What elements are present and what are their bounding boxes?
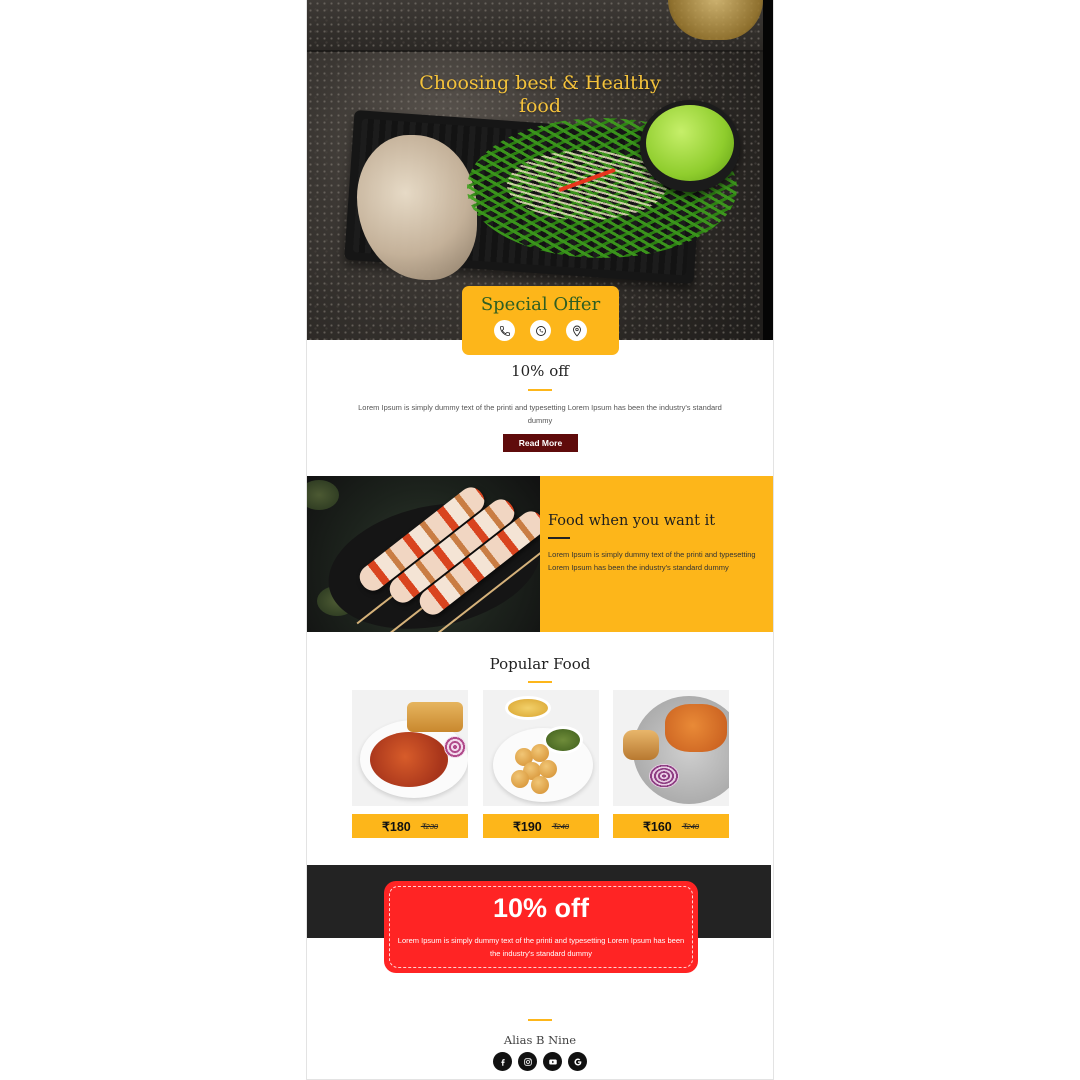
facebook-icon[interactable] bbox=[493, 1052, 512, 1071]
price-bar: ₹180 ₹230 bbox=[352, 814, 468, 838]
feature-section: Food when you want it Lorem Ipsum is sim… bbox=[307, 476, 773, 632]
hero-title: Choosing best & Healthy food bbox=[419, 72, 661, 117]
price-current: ₹180 bbox=[381, 819, 411, 834]
dish-onion bbox=[649, 764, 679, 788]
price-current: ₹190 bbox=[512, 819, 542, 834]
food-card[interactable]: ₹190 ₹240 bbox=[483, 690, 599, 838]
dish-puri bbox=[531, 776, 549, 794]
popular-title-underline bbox=[528, 681, 552, 683]
dish-bhaji bbox=[370, 732, 448, 787]
dish-misal bbox=[665, 704, 727, 752]
special-offer-badge: Special Offer bbox=[462, 286, 619, 355]
phone-icon[interactable] bbox=[494, 320, 515, 341]
email-page: Choosing best & Healthy food Special Off… bbox=[306, 0, 774, 1080]
location-pin-icon[interactable] bbox=[566, 320, 587, 341]
dish-pav bbox=[407, 702, 463, 732]
price-bar: ₹190 ₹240 bbox=[483, 814, 599, 838]
dish-bowl bbox=[543, 726, 583, 754]
dish-puri bbox=[511, 770, 529, 788]
social-links bbox=[307, 1052, 773, 1071]
footer-brand: Alias B Nine bbox=[503, 1033, 577, 1047]
price-bar: ₹160 ₹240 bbox=[613, 814, 729, 838]
feature-title: Food when you want it bbox=[548, 513, 716, 529]
google-icon[interactable] bbox=[568, 1052, 587, 1071]
feature-description: Lorem Ipsum is simply dummy text of the … bbox=[548, 550, 756, 572]
feature-image-skewers bbox=[307, 476, 540, 632]
offer-title-underline bbox=[528, 389, 552, 391]
instagram-icon[interactable] bbox=[518, 1052, 537, 1071]
youtube-icon[interactable] bbox=[543, 1052, 562, 1071]
food-image-misal-pav bbox=[613, 690, 729, 806]
dish-bowl bbox=[505, 696, 551, 720]
price-original: ₹240 bbox=[551, 821, 570, 831]
feature-title-underline bbox=[548, 537, 570, 539]
food-card[interactable]: ₹180 ₹230 bbox=[352, 690, 468, 838]
price-original: ₹230 bbox=[420, 821, 439, 831]
read-more-button[interactable]: Read More bbox=[503, 434, 578, 452]
contact-icons bbox=[462, 320, 619, 341]
whatsapp-icon[interactable] bbox=[530, 320, 551, 341]
offer-title: 10% off bbox=[511, 362, 569, 380]
coupon-description: Lorem Ipsum is simply dummy text of the … bbox=[397, 936, 685, 958]
dish-pav bbox=[623, 730, 659, 760]
coupon-box: 10% off Lorem Ipsum is simply dummy text… bbox=[384, 881, 698, 973]
image-garnish bbox=[307, 480, 339, 510]
food-image-pani-puri bbox=[483, 690, 599, 806]
food-card[interactable]: ₹160 ₹240 bbox=[613, 690, 729, 838]
price-original: ₹240 bbox=[681, 821, 700, 831]
dish-onion bbox=[444, 736, 466, 758]
food-image-pav-bhaji bbox=[352, 690, 468, 806]
footer-divider bbox=[528, 1019, 552, 1021]
coupon-title: 10% off bbox=[492, 893, 590, 923]
offer-description: Lorem Ipsum is simply dummy text of the … bbox=[358, 403, 722, 425]
hero-edge bbox=[763, 0, 773, 340]
popular-food-title: Popular Food bbox=[489, 655, 591, 673]
special-offer-title: Special Offer bbox=[480, 294, 601, 315]
price-current: ₹160 bbox=[642, 819, 672, 834]
